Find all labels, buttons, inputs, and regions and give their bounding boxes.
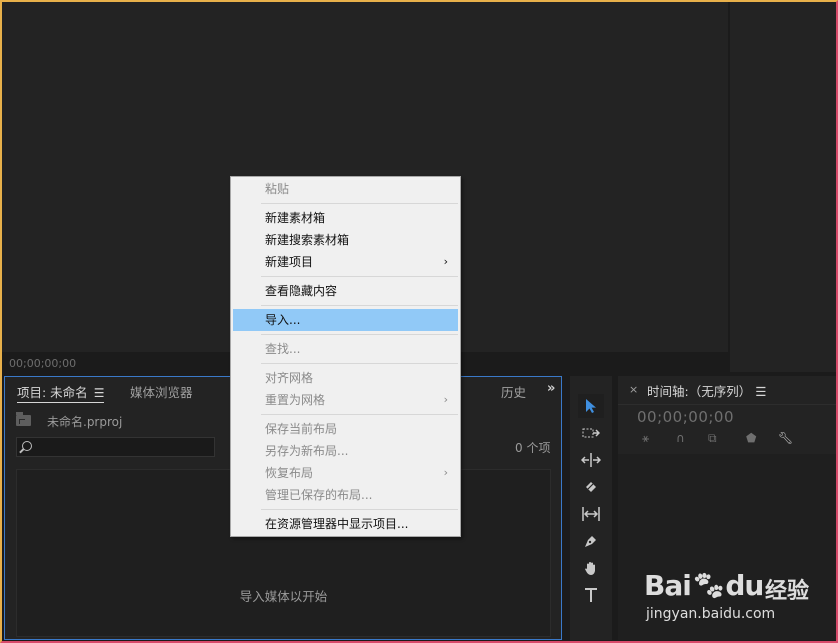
tab-media-browser[interactable]: 媒体浏览器 bbox=[130, 382, 193, 401]
snap-icon[interactable]: ∩ bbox=[676, 431, 685, 445]
submenu-arrow-icon: › bbox=[443, 466, 448, 479]
menu-separator bbox=[261, 305, 458, 306]
timeline-toolbar: ⚹ ∩ ⧉ ⬟ 🔧︎ bbox=[638, 431, 818, 447]
baidu-sub: 经验 bbox=[765, 579, 810, 604]
nest-icon[interactable]: ⚹ bbox=[642, 431, 649, 446]
menu-item-new-search-bin[interactable]: 新建搜索素材箱 bbox=[233, 229, 458, 251]
menu-separator bbox=[261, 276, 458, 277]
hand-tool-icon[interactable] bbox=[578, 556, 604, 580]
panel-menu-icon[interactable]: ☰ bbox=[94, 386, 105, 400]
baidu-logo: Bai🐾︎du bbox=[644, 569, 764, 602]
timeline-header: × 时间轴:（无序列） ☰ bbox=[618, 376, 836, 405]
menu-item-new-bin[interactable]: 新建素材箱 bbox=[233, 207, 458, 229]
linked-selection-icon[interactable]: ⧉ bbox=[708, 431, 717, 446]
add-marker-icon[interactable]: ⬟ bbox=[746, 431, 756, 445]
menu-item-save-current-layout[interactable]: 保存当前布局 bbox=[233, 418, 458, 440]
slip-tool-icon[interactable] bbox=[578, 502, 604, 526]
timeline-title[interactable]: 时间轴:（无序列） ☰ bbox=[647, 381, 766, 400]
search-input[interactable] bbox=[16, 437, 215, 457]
tab-history[interactable]: 历史 bbox=[501, 382, 526, 401]
menu-separator bbox=[261, 414, 458, 415]
menu-separator bbox=[261, 203, 458, 204]
tools-panel bbox=[570, 376, 612, 640]
selection-tool-icon[interactable] bbox=[578, 394, 604, 418]
pen-tool-icon[interactable] bbox=[578, 529, 604, 553]
project-folder-icon bbox=[16, 412, 31, 426]
project-file-name: 未命名.prproj bbox=[47, 415, 123, 429]
menu-item-save-as-new-layout[interactable]: 另存为新布局... bbox=[233, 440, 458, 462]
menu-item-view-hidden[interactable]: 查看隐藏内容 bbox=[233, 280, 458, 302]
menu-separator bbox=[261, 509, 458, 510]
wrench-icon[interactable]: 🔧︎ bbox=[778, 431, 793, 445]
menu-item-import[interactable]: 导入... bbox=[233, 309, 458, 331]
menu-separator bbox=[261, 363, 458, 364]
expand-panels-icon[interactable]: » bbox=[547, 381, 555, 396]
submenu-arrow-icon: › bbox=[443, 255, 448, 268]
monitor-timecode: 00;00;00;00 bbox=[9, 357, 77, 370]
timeline-timecode[interactable]: 00;00;00;00 bbox=[637, 408, 734, 426]
menu-item-manage-saved-layouts[interactable]: 管理已保存的布局... bbox=[233, 484, 458, 506]
ripple-edit-tool-icon[interactable] bbox=[578, 448, 604, 472]
menu-item-restore-layout[interactable]: 恢复布局 › bbox=[233, 462, 458, 484]
baidu-watermark: Bai🐾︎du 经验 jingyan.baidu.com bbox=[644, 569, 814, 629]
type-tool-icon[interactable] bbox=[578, 583, 604, 607]
baidu-url: jingyan.baidu.com bbox=[646, 606, 776, 622]
menu-item-align-to-grid[interactable]: 对齐网格 bbox=[233, 367, 458, 389]
menu-item-reveal-in-explorer[interactable]: 在资源管理器中显示项目... bbox=[233, 513, 458, 535]
razor-tool-icon[interactable] bbox=[578, 475, 604, 499]
search-icon bbox=[22, 441, 32, 451]
menu-item-new-item[interactable]: 新建项目 › bbox=[233, 251, 458, 273]
context-menu: 粘贴 新建素材箱 新建搜索素材箱 新建项目 › 查看隐藏内容 导入... 查找..… bbox=[230, 176, 461, 537]
empty-hint: 导入媒体以开始 bbox=[239, 589, 328, 604]
track-select-tool-icon[interactable] bbox=[578, 421, 604, 445]
menu-item-reset-to-grid[interactable]: 重置为网格 › bbox=[233, 389, 458, 411]
menu-item-find[interactable]: 查找... bbox=[233, 338, 458, 360]
paw-icon: 🐾︎ bbox=[690, 569, 727, 602]
tab-project-label: 项目: 未命名 bbox=[17, 385, 88, 400]
monitor-side-area bbox=[730, 2, 836, 372]
tab-project[interactable]: 项目: 未命名 ☰ bbox=[17, 382, 105, 403]
submenu-arrow-icon: › bbox=[443, 393, 448, 406]
close-icon[interactable]: × bbox=[629, 383, 638, 396]
item-count: 0 个项 bbox=[515, 441, 551, 455]
menu-separator bbox=[261, 334, 458, 335]
menu-item-paste[interactable]: 粘贴 bbox=[233, 178, 458, 200]
